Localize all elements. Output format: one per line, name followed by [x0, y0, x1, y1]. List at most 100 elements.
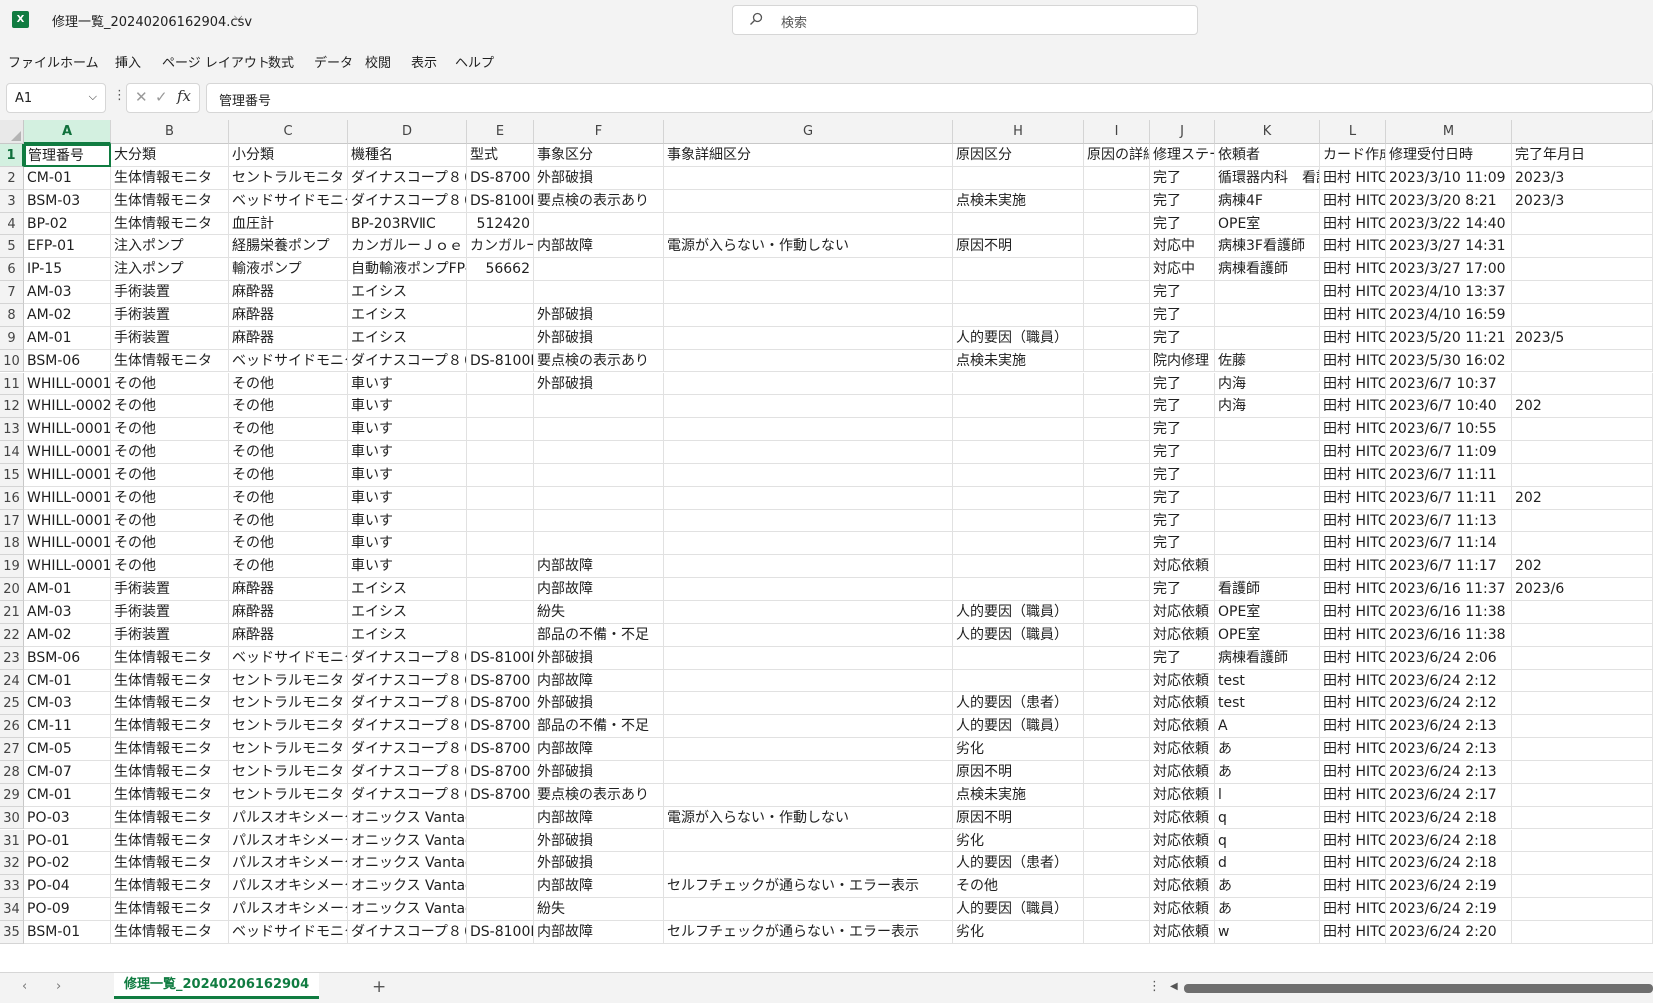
row-header[interactable]: 27	[0, 738, 24, 761]
menu-item[interactable]: 校閲	[365, 52, 391, 71]
table-cell[interactable]: 内部故障	[534, 555, 664, 579]
table-cell[interactable]: 手術装置	[111, 326, 229, 350]
table-cell[interactable]: ダイナスコープ８０００シリーズ	[348, 669, 467, 693]
table-cell[interactable]: カンガルーＪｏｅｙ	[348, 235, 467, 259]
table-cell[interactable]: 要点検の表示あり	[534, 189, 664, 213]
table-cell[interactable]: WHILL-0001	[24, 418, 111, 442]
table-cell[interactable]: セントラルモニタ	[229, 738, 348, 761]
table-cell[interactable]: 院内修理	[1150, 349, 1215, 373]
row-header[interactable]: 16	[0, 486, 24, 510]
table-cell[interactable]: 2023/6/7 11:13	[1386, 509, 1512, 533]
row-header[interactable]: 21	[0, 601, 24, 624]
row-header[interactable]: 28	[0, 760, 24, 784]
table-cell[interactable]: その他	[953, 875, 1084, 899]
table-cell[interactable]	[953, 441, 1084, 464]
table-cell[interactable]: ダイナスコープ８０００シリーズ	[348, 646, 467, 670]
table-cell[interactable]: 外部破損	[534, 829, 664, 853]
table-cell[interactable]	[664, 783, 953, 807]
table-cell[interactable]	[534, 509, 664, 533]
table-cell[interactable]: オニックス Vantage	[348, 806, 467, 830]
table-cell[interactable]: 生体情報モニタ	[111, 783, 229, 807]
table-cell[interactable]: セントラルモニタ	[229, 760, 348, 784]
table-cell[interactable]: 手術装置	[111, 303, 229, 327]
table-cell[interactable]: 対応依頼	[1150, 829, 1215, 853]
table-cell[interactable]: EFP-01	[24, 235, 111, 259]
table-cell[interactable]: 田村 HITC	[1320, 669, 1386, 693]
table-cell[interactable]: WHILL-0002	[24, 395, 111, 419]
table-cell[interactable]: 田村 HITC	[1320, 783, 1386, 807]
table-cell[interactable]	[534, 441, 664, 464]
table-cell[interactable]	[1512, 235, 1653, 259]
select-all-button[interactable]	[0, 120, 24, 144]
table-cell[interactable]	[664, 281, 953, 304]
table-cell[interactable]: 循環器内科 看護師	[1215, 166, 1320, 190]
table-cell[interactable]: 2023/6/7 11:17	[1386, 555, 1512, 579]
table-cell[interactable]: 田村 HITC	[1320, 166, 1386, 190]
table-cell[interactable]: その他	[111, 486, 229, 510]
table-cell[interactable]	[1084, 623, 1150, 647]
table-cell[interactable]: q	[1215, 806, 1320, 830]
header-cell[interactable]: 型式	[467, 144, 534, 167]
table-cell[interactable]: 手術装置	[111, 281, 229, 304]
table-cell[interactable]: その他	[111, 418, 229, 442]
row-header[interactable]: 19	[0, 555, 24, 579]
table-cell[interactable]: BP-203RVⅡC	[348, 212, 467, 236]
table-cell[interactable]: 生体情報モニタ	[111, 738, 229, 761]
table-cell[interactable]: その他	[229, 555, 348, 579]
table-cell[interactable]: 2023/6/24 2:19	[1386, 875, 1512, 899]
table-cell[interactable]: 車いす	[348, 532, 467, 556]
row-header[interactable]: 8	[0, 303, 24, 327]
table-cell[interactable]	[1512, 258, 1653, 282]
table-cell[interactable]: 完了	[1150, 509, 1215, 533]
search-input[interactable]: 検索	[732, 5, 1198, 35]
table-cell[interactable]	[1512, 601, 1653, 624]
table-cell[interactable]: 2023/6/7 11:11	[1386, 463, 1512, 487]
table-cell[interactable]: 2023/6/24 2:06	[1386, 646, 1512, 670]
table-cell[interactable]: その他	[111, 441, 229, 464]
table-cell[interactable]: A	[1215, 715, 1320, 739]
table-cell[interactable]: l	[1215, 783, 1320, 807]
table-cell[interactable]	[664, 486, 953, 510]
table-cell[interactable]: 紛失	[534, 898, 664, 921]
table-cell[interactable]	[1084, 441, 1150, 464]
header-cell[interactable]: 原因の詳細	[1084, 144, 1150, 167]
row-header[interactable]: 15	[0, 463, 24, 487]
table-cell[interactable]: DS-8100M	[467, 646, 534, 670]
table-cell[interactable]: DS-8700	[467, 715, 534, 739]
table-cell[interactable]	[953, 166, 1084, 190]
table-cell[interactable]: カンガルーJoey	[467, 235, 534, 259]
table-cell[interactable]	[664, 189, 953, 213]
table-cell[interactable]: 点検未実施	[953, 189, 1084, 213]
column-header[interactable]: E	[467, 120, 534, 144]
table-cell[interactable]: DS-8700	[467, 760, 534, 784]
header-cell[interactable]: カード作成者	[1320, 144, 1386, 167]
table-cell[interactable]: 経腸栄養ポンプ	[229, 235, 348, 259]
table-cell[interactable]	[664, 166, 953, 190]
table-cell[interactable]: WHILL-0001	[24, 372, 111, 396]
table-cell[interactable]	[1512, 898, 1653, 921]
table-cell[interactable]: DS-8100M	[467, 920, 534, 944]
table-cell[interactable]: 対応依頼	[1150, 669, 1215, 693]
table-cell[interactable]: 車いす	[348, 441, 467, 464]
row-header[interactable]: 3	[0, 189, 24, 213]
add-sheet-button[interactable]: +	[372, 977, 386, 997]
table-cell[interactable]	[1512, 715, 1653, 739]
prev-sheet-icon[interactable]: ‹	[22, 979, 27, 994]
table-cell[interactable]: 対応依頼	[1150, 555, 1215, 579]
table-cell[interactable]: 田村 HITC	[1320, 463, 1386, 487]
table-cell[interactable]: 点検未実施	[953, 783, 1084, 807]
scroll-left-icon[interactable]: ◀	[1170, 981, 1178, 992]
table-cell[interactable]: AM-03	[24, 601, 111, 624]
table-cell[interactable]: 劣化	[953, 738, 1084, 761]
header-cell[interactable]: 完了年月日	[1512, 144, 1653, 167]
table-cell[interactable]: 田村 HITC	[1320, 601, 1386, 624]
table-cell[interactable]	[1512, 738, 1653, 761]
column-header[interactable]: I	[1084, 120, 1150, 144]
table-cell[interactable]: 車いす	[348, 463, 467, 487]
table-cell[interactable]: 完了	[1150, 646, 1215, 670]
table-cell[interactable]	[664, 349, 953, 373]
table-cell[interactable]: パルスオキシメータ	[229, 829, 348, 853]
table-cell[interactable]	[1084, 555, 1150, 579]
table-cell[interactable]	[1084, 715, 1150, 739]
table-cell[interactable]	[467, 806, 534, 830]
